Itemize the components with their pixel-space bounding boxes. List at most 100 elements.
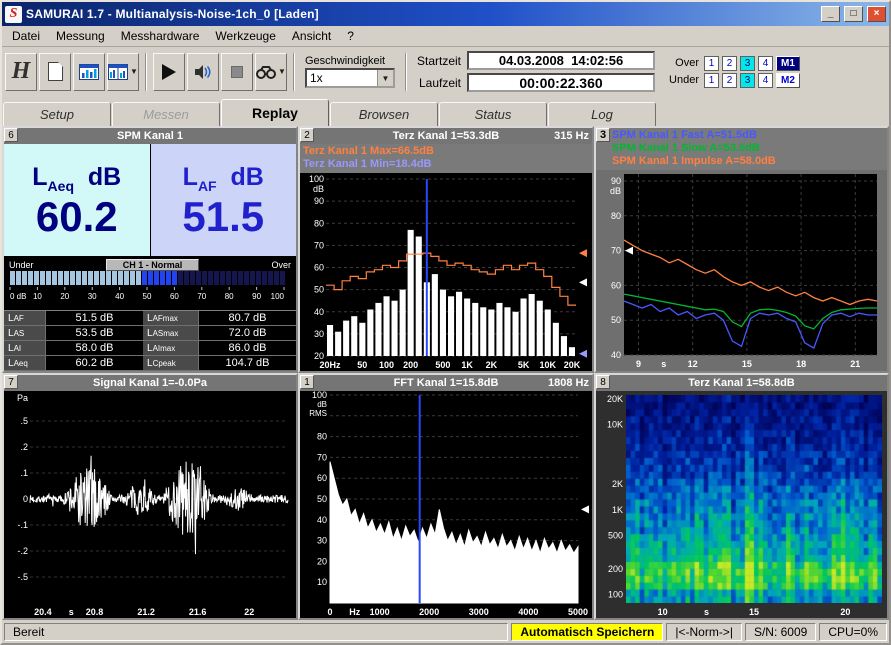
metric-value: 72.0 dB [199, 326, 296, 341]
svg-text:70: 70 [197, 292, 206, 301]
svg-text:21: 21 [850, 359, 860, 369]
panel-signal: 7 Signal Kanal 1=-0.0Pa .5.2.10-.1-.2-.5… [2, 373, 298, 620]
panel-fft-title: FFT Kanal 1=15.8dB [394, 377, 499, 389]
tab-bar: SetupMessenReplayBrowsenStatusLog [2, 96, 889, 126]
under-channel-2[interactable]: 2 [722, 73, 737, 88]
panel-signal-number[interactable]: 7 [4, 375, 18, 389]
workspace: 6 SPM Kanal 1 LAeq dB60.2LAF dB51.5 Unde… [2, 126, 889, 620]
history-legend-1: SPM Kanal 1 Slow A=53.5dB [612, 142, 884, 155]
tab-messen[interactable]: Messen [112, 102, 220, 126]
panel-spm-title: SPM Kanal 1 [117, 130, 183, 142]
title-bar[interactable]: S SAMURAI 1.7 - Multianalysis-Noise-1ch_… [2, 2, 889, 26]
metric-label: LASmax [143, 326, 199, 341]
svg-text:2000: 2000 [419, 607, 439, 617]
level-meter-bar[interactable]: 0 dB102030405060708090100 [9, 271, 291, 310]
over-channel-2[interactable]: 2 [722, 56, 737, 71]
svg-text:80: 80 [225, 292, 234, 301]
svg-text:20: 20 [317, 556, 327, 566]
svg-text:10K: 10K [607, 420, 623, 430]
over-channel-3[interactable]: 3 [740, 56, 755, 71]
close-button[interactable]: × [867, 6, 886, 22]
svg-text:1K: 1K [461, 360, 473, 370]
over-channel-1[interactable]: 1 [704, 56, 719, 71]
menu-messung[interactable]: Messung [48, 27, 113, 45]
svg-text:1K: 1K [612, 505, 623, 515]
search-button[interactable]: ▼ [255, 53, 287, 91]
metric-label: LAF [4, 311, 46, 326]
history-chart[interactable]: 908070605040dB912151821s [596, 170, 887, 373]
fft-chart[interactable]: 1008070605040302010dBRMS0100020003000400… [300, 391, 592, 620]
svg-text:100: 100 [379, 360, 394, 370]
panel-fft-number[interactable]: 1 [300, 375, 314, 389]
stop-button[interactable] [221, 53, 253, 91]
minimize-button[interactable]: _ [821, 6, 840, 22]
combo-dropdown-button[interactable]: ▼ [377, 70, 393, 86]
svg-text:90: 90 [314, 196, 324, 206]
display-value: 60.2 [36, 196, 118, 238]
svg-text:5K: 5K [518, 360, 530, 370]
metric-label: LAImax [143, 341, 199, 356]
tab-status[interactable]: Status [439, 102, 547, 126]
menu-werkzeuge[interactable]: Werkzeuge [207, 27, 283, 45]
tab-setup[interactable]: Setup [3, 102, 111, 126]
run-time-label: Laufzeit [417, 76, 461, 90]
display-metric: LAeq dB [32, 163, 121, 194]
autosave-indicator[interactable]: Automatisch Speichern [511, 623, 663, 641]
level-meter-section: Under CH 1 - Normal Over 0 dB10203040506… [4, 256, 296, 310]
svg-text:-.5: -.5 [17, 572, 28, 582]
panel-signal-titlebar[interactable]: 7 Signal Kanal 1=-0.0Pa [4, 375, 296, 391]
m1-button[interactable]: M1 [776, 56, 800, 71]
audio-output-button[interactable] [187, 53, 219, 91]
tab-browsen[interactable]: Browsen [330, 102, 438, 126]
history-legend-0: SPM Kanal 1 Fast A=51.5dB [612, 129, 884, 142]
svg-text:Hz: Hz [349, 607, 360, 617]
svg-text:10: 10 [33, 292, 42, 301]
meter-channel-label: CH 1 - Normal [106, 259, 200, 271]
menu-messhardware[interactable]: Messhardware [113, 27, 208, 45]
metric-label: LAS [4, 326, 46, 341]
panel-terz-number[interactable]: 2 [300, 128, 314, 142]
signal-chart[interactable]: .5.2.10-.1-.2-.5Pa20.420.821.221.622s [4, 391, 296, 620]
panel-sono-titlebar[interactable]: 8 Terz Kanal 1=58.8dB [596, 375, 887, 391]
run-time-field: 00:00:22.360 [467, 73, 655, 92]
maximize-button[interactable]: □ [844, 6, 863, 22]
tab-replay[interactable]: Replay [221, 99, 329, 126]
layout-dropdown-button[interactable]: ▼ [107, 53, 139, 91]
panel-sono-number[interactable]: 8 [596, 375, 610, 389]
new-file-icon [48, 62, 63, 81]
chart-window-button[interactable] [73, 53, 105, 91]
panel-signal-title: Signal Kanal 1=-0.0Pa [93, 377, 207, 389]
under-channel-1[interactable]: 1 [704, 73, 719, 88]
play-button[interactable] [153, 53, 185, 91]
menu-[interactable]: ? [339, 27, 362, 45]
svg-text:500: 500 [435, 360, 450, 370]
svg-text:10: 10 [658, 607, 668, 617]
m2-button[interactable]: M2 [776, 73, 800, 88]
sonogram-chart[interactable]: 20K10K2K1K500200100101520s [596, 391, 887, 618]
tab-log[interactable]: Log [548, 102, 656, 126]
menu-datei[interactable]: Datei [4, 27, 48, 45]
over-channel-4[interactable]: 4 [758, 56, 773, 71]
terz-chart[interactable]: 1009080706050403020dB20Hz501002005001K2K… [300, 173, 592, 373]
speed-group: Geschwindigkeit 1x ▼ [305, 55, 395, 88]
panel-terz-titlebar[interactable]: 2 Terz Kanal 1=53.3dB 315 Hz [300, 128, 592, 144]
panel-fft-titlebar[interactable]: 1 FFT Kanal 1=15.8dB 1808 Hz [300, 375, 592, 391]
panel-spm-titlebar[interactable]: 6 SPM Kanal 1 [4, 128, 296, 144]
metric-value: 60.2 dB [46, 356, 143, 371]
history-plot-svg: 908070605040dB912151821s [596, 170, 887, 371]
samurai-logo-button[interactable]: H [5, 53, 37, 91]
hand-pen-icon: H [8, 58, 35, 85]
speed-combobox[interactable]: 1x ▼ [305, 68, 395, 88]
menu-ansicht[interactable]: Ansicht [284, 27, 339, 45]
panel-spm-number[interactable]: 6 [4, 128, 18, 142]
norm-indicator[interactable]: |<-Norm->| [666, 623, 742, 641]
play-icon [162, 64, 176, 80]
svg-text:-.2: -.2 [17, 546, 28, 556]
svg-text:.2: .2 [20, 442, 28, 452]
svg-text:60: 60 [611, 280, 621, 290]
metric-value: 53.5 dB [46, 326, 143, 341]
new-file-button[interactable] [39, 53, 71, 91]
under-channel-4[interactable]: 4 [758, 73, 773, 88]
under-channel-3[interactable]: 3 [740, 73, 755, 88]
panel-history-number[interactable]: 3 [596, 128, 610, 142]
